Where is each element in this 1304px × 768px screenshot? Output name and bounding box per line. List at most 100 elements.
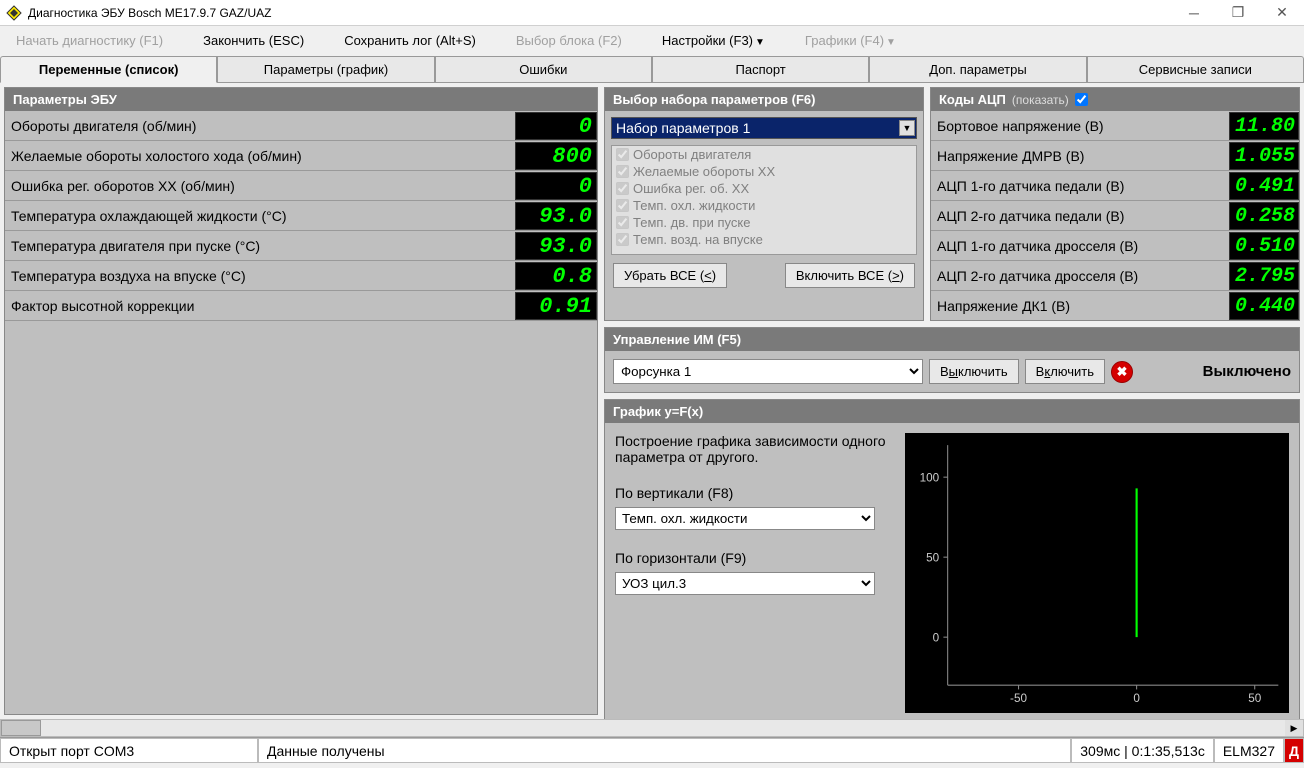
param-set-select[interactable]: Набор параметров 1 xyxy=(611,117,917,139)
checklist-label: Темп. охл. жидкости xyxy=(633,198,755,213)
add-all-button[interactable]: Включить ВСЕ (>) xyxy=(785,263,915,288)
im-title: Управление ИМ (F5) xyxy=(605,328,1299,351)
ecu-row-value: 93.0 xyxy=(515,202,597,230)
menu-start[interactable]: Начать диагностику (F1) xyxy=(10,29,169,52)
tab-variables[interactable]: Переменные (список) xyxy=(0,56,217,83)
checklist-item[interactable]: Темп. дв. при пуске xyxy=(612,214,916,231)
graph-xlabel: По горизонтали (F9) xyxy=(615,550,895,566)
adc-row: АЦП 2-го датчика дросселя (В)2.795 xyxy=(931,261,1299,291)
status-adapter: ELM327 xyxy=(1214,738,1284,763)
tab-service[interactable]: Сервисные записи xyxy=(1087,56,1304,82)
scroll-right-arrow[interactable]: ▶ xyxy=(1285,720,1303,736)
adc-title: Коды АЦП xyxy=(939,92,1006,107)
adc-panel: Коды АЦП (показать) Бортовое напряжение … xyxy=(930,87,1300,321)
adc-row: Бортовое напряжение (В)11.80 xyxy=(931,111,1299,141)
ecu-row: Температура воздуха на впуске (°C)0.8 xyxy=(5,261,597,291)
checklist-item[interactable]: Обороты двигателя xyxy=(612,146,916,163)
checklist-checkbox[interactable] xyxy=(616,216,629,229)
adc-row: Напряжение ДК1 (В)0.440 xyxy=(931,291,1299,320)
scrollbar-thumb[interactable] xyxy=(1,720,41,736)
adc-row-value: 1.055 xyxy=(1229,142,1299,170)
tab-passport[interactable]: Паспорт xyxy=(652,56,869,82)
status-data: Данные получены xyxy=(258,738,1071,763)
adc-row-label: АЦП 1-го датчика педали (В) xyxy=(931,178,1229,194)
ecu-row-label: Фактор высотной коррекции xyxy=(5,298,515,314)
status-flag: Д xyxy=(1284,738,1304,763)
ecu-row-label: Желаемые обороты холостого хода (об/мин) xyxy=(5,148,515,164)
adc-row-value: 0.491 xyxy=(1229,172,1299,200)
menu-settings[interactable]: Настройки (F3)▼ xyxy=(656,29,771,52)
stop-icon[interactable]: ✖ xyxy=(1111,361,1133,383)
adc-row-label: Напряжение ДМРВ (В) xyxy=(931,148,1229,164)
window-title: Диагностика ЭБУ Bosch ME17.9.7 GAZ/UAZ xyxy=(28,6,271,20)
ecu-row-label: Ошибка рег. оборотов ХХ (об/мин) xyxy=(5,178,515,194)
ecu-row-value: 0 xyxy=(515,172,597,200)
ecu-row: Температура охлаждающей жидкости (°C)93.… xyxy=(5,201,597,231)
menu-charts[interactable]: Графики (F4)▼ xyxy=(799,29,902,52)
checklist-checkbox[interactable] xyxy=(616,182,629,195)
adc-row-label: АЦП 1-го датчика дросселя (В) xyxy=(931,238,1229,254)
graph-xselect[interactable]: УОЗ цил.3 xyxy=(615,572,875,595)
svg-text:50: 50 xyxy=(926,551,940,564)
checklist-item[interactable]: Темп. возд. на впуске xyxy=(612,231,916,248)
adc-row-value: 0.440 xyxy=(1229,292,1299,320)
tab-errors[interactable]: Ошибки xyxy=(435,56,652,82)
ecu-row-label: Температура двигателя при пуске (°C) xyxy=(5,238,515,254)
svg-text:50: 50 xyxy=(1248,692,1262,705)
graph-desc: Построение графика зависимости одного па… xyxy=(615,433,895,465)
im-on-button[interactable]: Включить xyxy=(1025,359,1105,384)
param-set-title: Выбор набора параметров (F6) xyxy=(605,88,923,111)
param-checklist[interactable]: Обороты двигателя Желаемые обороты ХХ Ош… xyxy=(611,145,917,255)
im-control-panel: Управление ИМ (F5) Форсунка 1 Выключить … xyxy=(604,327,1300,393)
minimize-button[interactable]: ─ xyxy=(1172,0,1216,26)
svg-text:100: 100 xyxy=(920,471,940,484)
checklist-label: Обороты двигателя xyxy=(633,147,751,162)
menu-finish[interactable]: Закончить (ESC) xyxy=(197,29,310,52)
im-status: Выключено xyxy=(1203,363,1291,380)
tab-params-graph[interactable]: Параметры (график) xyxy=(217,56,434,82)
ecu-params-title: Параметры ЭБУ xyxy=(5,88,597,111)
checklist-label: Ошибка рег. об. ХХ xyxy=(633,181,749,196)
adc-row-value: 11.80 xyxy=(1229,112,1299,140)
checklist-item[interactable]: Ошибка рег. об. ХХ xyxy=(612,180,916,197)
close-button[interactable]: ✕ xyxy=(1260,0,1304,26)
im-off-button[interactable]: Выключить xyxy=(929,359,1019,384)
adc-row: АЦП 1-го датчика дросселя (В)0.510 xyxy=(931,231,1299,261)
checklist-item[interactable]: Темп. охл. жидкости xyxy=(612,197,916,214)
svg-text:0: 0 xyxy=(933,631,940,644)
menu-selectblock[interactable]: Выбор блока (F2) xyxy=(510,29,628,52)
adc-row-value: 2.795 xyxy=(1229,262,1299,290)
remove-all-button[interactable]: Убрать ВСЕ (<) xyxy=(613,263,727,288)
adc-row-value: 0.510 xyxy=(1229,232,1299,260)
checklist-checkbox[interactable] xyxy=(616,165,629,178)
ecu-row: Температура двигателя при пуске (°C)93.0 xyxy=(5,231,597,261)
graph-yselect[interactable]: Темп. охл. жидкости xyxy=(615,507,875,530)
status-timing: 309мс | 0:1:35,513с xyxy=(1071,738,1214,763)
checklist-checkbox[interactable] xyxy=(616,148,629,161)
checklist-checkbox[interactable] xyxy=(616,233,629,246)
chart-area: 050100-50050 xyxy=(905,433,1289,713)
param-set-panel: Выбор набора параметров (F6) Набор парам… xyxy=(604,87,924,321)
ecu-params-panel: Параметры ЭБУ Обороты двигателя (об/мин)… xyxy=(4,87,598,715)
ecu-row: Обороты двигателя (об/мин)0 xyxy=(5,111,597,141)
adc-row-label: АЦП 2-го датчика дросселя (В) xyxy=(931,268,1229,284)
ecu-row: Фактор высотной коррекции0.91 xyxy=(5,291,597,321)
status-bar: Открыт порт COM3 Данные получены 309мс |… xyxy=(0,737,1304,763)
horizontal-scrollbar[interactable]: ▶ xyxy=(0,719,1304,737)
adc-row: Напряжение ДМРВ (В)1.055 xyxy=(931,141,1299,171)
menu-savelog[interactable]: Сохранить лог (Alt+S) xyxy=(338,29,482,52)
im-select[interactable]: Форсунка 1 xyxy=(613,359,923,384)
tab-extra[interactable]: Доп. параметры xyxy=(869,56,1086,82)
adc-row: АЦП 2-го датчика педали (В)0.258 xyxy=(931,201,1299,231)
ecu-row-value: 0.91 xyxy=(515,292,597,320)
checklist-item[interactable]: Желаемые обороты ХХ xyxy=(612,163,916,180)
checklist-label: Темп. возд. на впуске xyxy=(633,232,763,247)
maximize-button[interactable]: ❐ xyxy=(1216,0,1260,26)
checklist-checkbox[interactable] xyxy=(616,199,629,212)
adc-show-checkbox[interactable] xyxy=(1075,93,1088,106)
ecu-row-label: Температура воздуха на впуске (°C) xyxy=(5,268,515,284)
status-port: Открыт порт COM3 xyxy=(0,738,258,763)
svg-text:0: 0 xyxy=(1133,692,1140,705)
adc-row-label: Бортовое напряжение (В) xyxy=(931,118,1229,134)
chevron-down-icon: ▼ xyxy=(886,37,896,48)
